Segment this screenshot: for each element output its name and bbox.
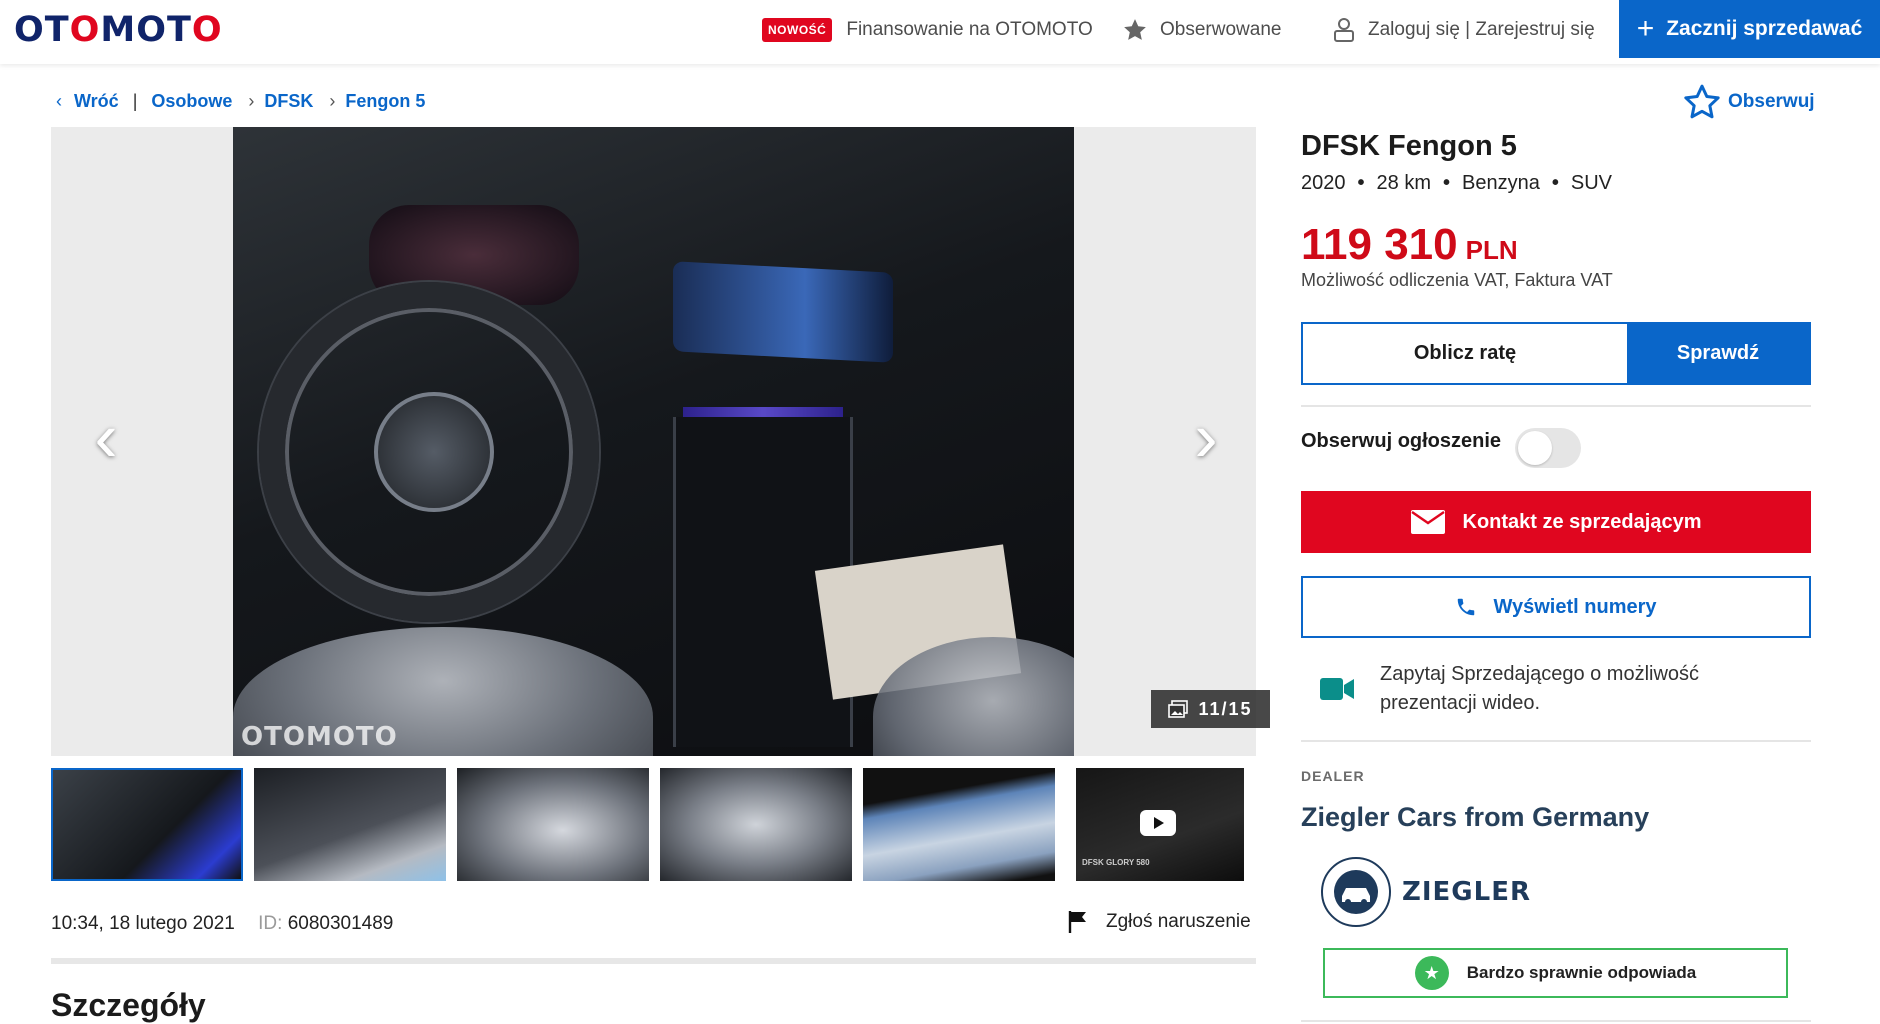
spec-separator: • — [1357, 172, 1365, 194]
thumbnail[interactable] — [457, 768, 649, 881]
listing-id: 6080301489 — [287, 913, 394, 934]
video-label: DFSK GLORY 580 — [1082, 858, 1150, 867]
price-currency: PLN — [1465, 235, 1518, 265]
watch-listing-toggle[interactable] — [1515, 428, 1581, 468]
follow-label: Obserwuj — [1728, 91, 1815, 112]
chevron-left-icon: ‹ — [56, 90, 62, 111]
top-navigation-bar: OTOMOTO NOWOŚĆ Finansowanie na OTOMOTO O… — [0, 0, 1880, 64]
video-presentation-note: Zapytaj Sprzedającego o możliwość prezen… — [1320, 660, 1740, 718]
thumbnail[interactable] — [51, 768, 243, 881]
divider — [1301, 740, 1811, 742]
photo-gallery: OTOMOTO ‹ › 11/15 — [51, 127, 1270, 756]
star-badge-icon: ★ — [1414, 956, 1449, 990]
dealer-label: DEALER — [1301, 768, 1365, 784]
response-rate-label: Bardzo sprawnie odpowiada — [1466, 963, 1697, 982]
listing-meta: 10:34, 18 lutego 2021 ID: 6080301489 — [51, 913, 393, 935]
divider — [1301, 1020, 1811, 1022]
thumbnail[interactable] — [660, 768, 852, 881]
plus-icon: + — [1636, 12, 1655, 45]
section-divider — [51, 958, 1256, 964]
spec-separator: • — [1442, 172, 1450, 194]
spec-mileage: 28 km — [1376, 172, 1431, 194]
phone-icon — [1458, 598, 1475, 616]
video-note-text: Zapytaj Sprzedającego o możliwość prezen… — [1380, 663, 1700, 714]
toggle-knob — [1518, 431, 1552, 465]
installment-calculator: Oblicz ratę Sprawdź — [1301, 322, 1811, 385]
thumbnail[interactable] — [863, 768, 1055, 881]
video-camera-icon — [1320, 678, 1354, 700]
show-phone-numbers-label: Wyświetl numery — [1493, 595, 1657, 618]
spec-body: SUV — [1570, 172, 1612, 194]
vat-note: Możliwość odliczenia VAT, Faktura VAT — [1301, 270, 1613, 290]
user-icon — [1334, 18, 1354, 42]
check-installment-button[interactable]: Sprawdź — [1627, 324, 1809, 383]
main-photo[interactable]: OTOMOTO — [233, 127, 1074, 756]
infotainment-screen-shape — [673, 261, 893, 363]
car-specs: 2020 • 28 km • Benzyna • SUV — [1301, 172, 1612, 195]
back-link[interactable]: Wróć — [74, 91, 119, 112]
breadcrumb-item-osobowe[interactable]: Osobowe — [151, 91, 232, 112]
otomoto-logo[interactable]: OTOMOTO — [14, 10, 223, 50]
watched-label: Obserwowane — [1160, 19, 1282, 40]
steering-hub-shape — [374, 392, 494, 512]
financing-label: Finansowanie na OTOMOTO — [846, 19, 1093, 40]
ziegler-emblem-icon — [1321, 857, 1391, 927]
car-title: DFSK Fengon 5 — [1301, 130, 1517, 162]
divider — [1301, 405, 1811, 407]
photo-counter[interactable]: 11/15 — [1151, 690, 1270, 728]
show-phone-numbers-button[interactable]: Wyświetl numery — [1301, 576, 1811, 638]
gallery-next-arrow[interactable]: › — [1181, 398, 1231, 476]
details-heading: Szczegóły — [51, 987, 206, 1023]
gallery-prev-arrow[interactable]: ‹ — [81, 398, 131, 476]
star-icon — [1124, 19, 1146, 40]
chevron-right-icon: › — [248, 90, 255, 111]
contact-seller-label: Kontakt ze sprzedającym — [1462, 510, 1702, 533]
video-thumbnail[interactable]: DFSK GLORY 580 — [1076, 768, 1244, 881]
report-label: Zgłoś naruszenie — [1106, 911, 1251, 932]
follow-button[interactable]: Obserwuj — [1682, 82, 1815, 122]
spec-year: 2020 — [1301, 172, 1346, 194]
photo-counter-text: 11/15 — [1198, 698, 1253, 719]
play-icon — [1140, 810, 1176, 836]
report-link[interactable]: Zgłoś naruszenie — [1068, 910, 1251, 934]
dealer-logo[interactable]: ZIEGLER — [1320, 856, 1531, 928]
calc-label: Oblicz ratę — [1413, 342, 1517, 364]
dealer-name[interactable]: Ziegler Cars from Germany — [1301, 802, 1649, 833]
envelope-icon — [1410, 510, 1445, 534]
listing-id-label: ID: — [258, 913, 283, 934]
contact-seller-button[interactable]: Kontakt ze sprzedającym — [1301, 491, 1811, 553]
spec-separator: • — [1551, 172, 1559, 194]
photo-watermark: OTOMOTO — [241, 722, 398, 752]
start-selling-button[interactable]: + Zacznij sprzedawać — [1619, 0, 1880, 58]
breadcrumb-separator: | — [132, 90, 138, 111]
chevron-right-icon: › — [329, 90, 336, 111]
thumbnail[interactable] — [254, 768, 446, 881]
response-rate-badge: ★ Bardzo sprawnie odpowiada — [1323, 948, 1788, 998]
breadcrumb-item-dfsk[interactable]: DFSK — [264, 91, 313, 112]
dealer-logo-text: ZIEGLER — [1402, 877, 1531, 907]
thumbnail-strip: DFSK GLORY 580 — [51, 768, 1256, 881]
breadcrumb-item-fengon[interactable]: Fengon 5 — [345, 91, 425, 112]
login-link[interactable]: Zaloguj się | Zarejestruj się — [1332, 0, 1595, 60]
flag-icon — [1068, 911, 1086, 933]
breadcrumb: ‹ Wróć | Osobowe › DFSK › Fengon 5 — [56, 88, 425, 114]
financing-link[interactable]: NOWOŚĆ Finansowanie na OTOMOTO — [762, 0, 1093, 60]
price-amount: 119 310 — [1301, 220, 1458, 269]
price: 119 310 PLN — [1301, 220, 1518, 270]
spec-fuel: Benzyna — [1462, 172, 1540, 194]
login-label: Zaloguj się | Zarejestruj się — [1368, 19, 1595, 40]
new-badge: NOWOŚĆ — [762, 18, 833, 42]
gallery-icon — [1168, 700, 1189, 718]
start-selling-label: Zacznij sprzedawać — [1666, 17, 1863, 40]
watched-link[interactable]: Obserwowane — [1122, 0, 1281, 60]
listing-date: 10:34, 18 lutego 2021 — [51, 913, 235, 934]
star-outline-icon — [1684, 84, 1720, 119]
